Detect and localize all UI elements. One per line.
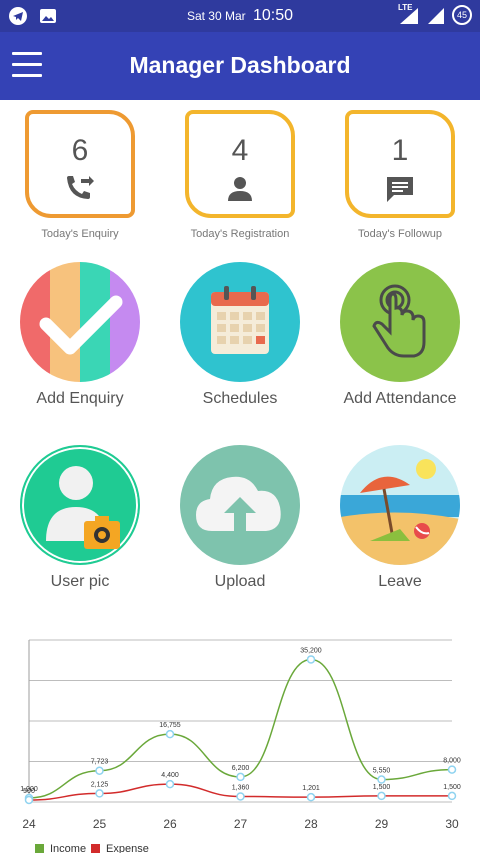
upload-tile[interactable]: Upload [165,445,315,591]
data-label: 1,360 [232,784,250,791]
checkmark-icon [20,262,140,382]
app-bar: Manager Dashboard [0,32,480,100]
data-point [306,655,316,664]
x-tick-label: 29 [375,817,389,831]
page-title: Manager Dashboard [129,52,351,78]
schedules-tile[interactable]: Schedules [165,262,315,408]
income-expense-chart: 24 25 26 27 28 29 30 1,000 7,723 16,755 6,200 35,20… [0,630,480,855]
calendar-icon [180,262,300,382]
data-point [165,729,175,739]
data-label: 2,125 [91,781,109,788]
legend-swatch [35,844,44,853]
data-point [447,765,457,774]
data-point [306,792,316,802]
enquiry-count: 6 [71,134,89,167]
data-label: 6,200 [232,765,250,772]
followup-count: 1 [391,134,409,167]
data-point [236,792,245,801]
x-tick-label: 28 [304,817,318,831]
data-label: 1,201 [302,785,320,792]
message-icon [387,177,413,202]
data-point [447,791,457,801]
data-point [236,772,245,782]
status-time: 10:50 [253,7,294,24]
legend-label: Income [50,843,86,853]
add-enquiry-label: Add Enquiry [36,390,124,407]
person-icon [228,177,252,201]
registration-stat-card[interactable]: 4 [185,110,295,218]
battery-icon: 45 [452,5,472,25]
lte-signal-icon [400,8,418,24]
followup-stat-label: Today's Followup [357,228,443,240]
hand-touch-icon [340,262,460,382]
data-label: 5,550 [373,768,391,775]
data-point [377,791,386,801]
schedules-label: Schedules [202,390,278,407]
legend-label: Expense [106,843,149,853]
user-pic-tile[interactable]: User pic [5,445,155,591]
status-date: Sat 30 Mar [186,9,246,23]
user-pic-label: User pic [50,573,110,590]
user-camera-icon [20,445,140,565]
data-label: 1,500 [373,784,391,791]
legend-swatch [91,844,100,853]
add-attendance-tile[interactable]: Add Attendance [325,262,475,408]
registration-count: 4 [231,134,249,167]
data-point [24,795,34,805]
add-enquiry-tile[interactable]: Add Enquiry [5,262,155,408]
data-label: 500 [23,788,35,795]
data-label: 8,000 [443,758,461,765]
data-label: 7,723 [91,759,109,766]
upload-label: Upload [214,573,266,590]
battery-level: 45 [456,10,467,20]
phone-forward-icon [67,176,94,199]
wifi-signal-icon [428,8,444,24]
registration-stat-label: Today's Registration [190,228,290,240]
leave-tile[interactable]: Leave [325,445,475,591]
cloud-upload-icon [180,445,300,565]
x-tick-label: 24 [22,817,36,831]
add-attendance-label: Add Attendance [343,390,457,407]
data-point [377,775,386,784]
enquiry-stat-card[interactable]: 6 [25,110,135,218]
data-label: 16,755 [159,722,181,729]
data-label: 4,400 [161,772,179,779]
data-point [95,766,104,775]
data-point [165,779,175,789]
data-label: 1,500 [443,784,461,791]
x-tick-label: 27 [234,817,248,831]
enquiry-stat-label: Today's Enquiry [41,228,119,240]
followup-stat-card[interactable]: 1 [345,110,455,218]
beach-icon [340,445,460,565]
x-tick-label: 25 [93,817,107,831]
line-chart-svg: 24 25 26 27 28 29 301,0007,72316,7556,20035,20… [20,639,461,855]
leave-label: Leave [378,573,422,590]
data-label: 35,200 [300,647,322,654]
x-tick-label: 30 [445,817,459,831]
status-bar: Sat 30 Mar 10:50 LTE 45 [0,0,480,32]
x-tick-label: 26 [163,817,177,831]
data-point [95,789,104,798]
